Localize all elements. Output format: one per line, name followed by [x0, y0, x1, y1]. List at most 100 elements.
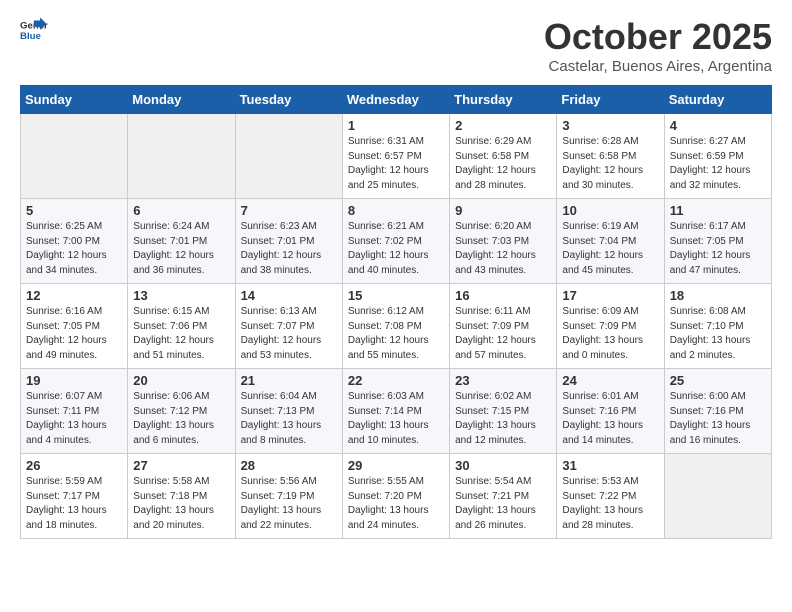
day-info: Sunrise: 6:00 AM Sunset: 7:16 PM Dayligh… — [670, 390, 766, 448]
day-info: Sunrise: 6:31 AM Sunset: 6:57 PM Dayligh… — [348, 135, 444, 193]
day-info: Sunrise: 6:12 AM Sunset: 7:08 PM Dayligh… — [348, 305, 444, 363]
table-row: 3 Sunrise: 6:28 AM Sunset: 6:58 PM Daylig… — [557, 114, 664, 199]
header-thursday: Thursday — [450, 86, 557, 114]
table-row: 4Sunrise: 6:27 AM Sunset: 6:59 PM Daylig… — [664, 114, 771, 199]
day-number: 29 — [348, 458, 444, 473]
calendar-week-row: 26 Sunrise: 5:59 AM Sunset: 7:17 PM Dayli… — [21, 454, 772, 539]
day-info: Sunrise: 6:19 AM Sunset: 7:04 PM Dayligh… — [562, 220, 658, 278]
day-number: 24 — [562, 373, 658, 388]
day-number: 23 — [455, 373, 551, 388]
day-info: Sunrise: 6:17 AM Sunset: 7:05 PM Dayligh… — [670, 220, 766, 278]
table-row: 8Sunrise: 6:21 AM Sunset: 7:02 PM Daylig… — [342, 199, 449, 284]
day-number: 11 — [670, 203, 766, 218]
table-row: 26 Sunrise: 5:59 AM Sunset: 7:17 PM Dayli… — [21, 454, 128, 539]
day-info: Sunrise: 6:01 AM Sunset: 7:16 PM Dayligh… — [562, 390, 658, 448]
calendar-week-row: 19 Sunrise: 6:07 AM Sunset: 7:11 PM Dayli… — [21, 369, 772, 454]
day-number: 10 — [562, 203, 658, 218]
table-row: 13 Sunrise: 6:15 AM Sunset: 7:06 PM Dayli… — [128, 284, 235, 369]
day-info: Sunrise: 6:08 AM Sunset: 7:10 PM Dayligh… — [670, 305, 766, 363]
table-row — [21, 114, 128, 199]
table-row: 5Sunrise: 6:25 AM Sunset: 7:00 PM Daylig… — [21, 199, 128, 284]
logo: General Blue — [20, 16, 48, 44]
table-row: 29 Sunrise: 5:55 AM Sunset: 7:20 PM Dayli… — [342, 454, 449, 539]
day-number: 15 — [348, 288, 444, 303]
day-info: Sunrise: 6:16 AM Sunset: 7:05 PM Dayligh… — [26, 305, 122, 363]
day-number: 2 — [455, 118, 551, 133]
header-friday: Friday — [557, 86, 664, 114]
day-number: 20 — [133, 373, 229, 388]
calendar-table: Sunday Monday Tuesday Wednesday Thursday… — [20, 85, 772, 539]
table-row: 10 Sunrise: 6:19 AM Sunset: 7:04 PM Dayli… — [557, 199, 664, 284]
table-row: 20 Sunrise: 6:06 AM Sunset: 7:12 PM Dayli… — [128, 369, 235, 454]
day-info: Sunrise: 5:53 AM Sunset: 7:22 PM Dayligh… — [562, 475, 658, 533]
calendar-week-row: 12 Sunrise: 6:16 AM Sunset: 7:05 PM Dayli… — [21, 284, 772, 369]
day-info: Sunrise: 6:09 AM Sunset: 7:09 PM Dayligh… — [562, 305, 658, 363]
day-info: Sunrise: 6:07 AM Sunset: 7:11 PM Dayligh… — [26, 390, 122, 448]
day-info: Sunrise: 6:28 AM Sunset: 6:58 PM Dayligh… — [562, 135, 658, 193]
svg-text:Blue: Blue — [20, 31, 41, 42]
table-row: 31Sunrise: 5:53 AM Sunset: 7:22 PM Dayli… — [557, 454, 664, 539]
day-number: 25 — [670, 373, 766, 388]
table-row: 12 Sunrise: 6:16 AM Sunset: 7:05 PM Dayli… — [21, 284, 128, 369]
page-header: General Blue October 2025 Castelar, Buen… — [20, 16, 772, 75]
day-info: Sunrise: 5:59 AM Sunset: 7:17 PM Dayligh… — [26, 475, 122, 533]
day-number: 6 — [133, 203, 229, 218]
day-info: Sunrise: 6:15 AM Sunset: 7:06 PM Dayligh… — [133, 305, 229, 363]
table-row: 6 Sunrise: 6:24 AM Sunset: 7:01 PM Daylig… — [128, 199, 235, 284]
header-saturday: Saturday — [664, 86, 771, 114]
table-row: 18 Sunrise: 6:08 AM Sunset: 7:10 PM Dayli… — [664, 284, 771, 369]
day-info: Sunrise: 6:03 AM Sunset: 7:14 PM Dayligh… — [348, 390, 444, 448]
header-monday: Monday — [128, 86, 235, 114]
calendar-week-row: 1 Sunrise: 6:31 AM Sunset: 6:57 PM Daylig… — [21, 114, 772, 199]
table-row: 15 Sunrise: 6:12 AM Sunset: 7:08 PM Dayli… — [342, 284, 449, 369]
day-info: Sunrise: 6:27 AM Sunset: 6:59 PM Dayligh… — [670, 135, 766, 193]
day-number: 17 — [562, 288, 658, 303]
day-number: 9 — [455, 203, 551, 218]
day-number: 22 — [348, 373, 444, 388]
header-tuesday: Tuesday — [235, 86, 342, 114]
day-number: 26 — [26, 458, 122, 473]
table-row — [664, 454, 771, 539]
day-info: Sunrise: 6:25 AM Sunset: 7:00 PM Dayligh… — [26, 220, 122, 278]
month-title: October 2025 — [544, 16, 772, 58]
day-info: Sunrise: 6:02 AM Sunset: 7:15 PM Dayligh… — [455, 390, 551, 448]
title-area: October 2025 Castelar, Buenos Aires, Arg… — [544, 16, 772, 75]
table-row: 9 Sunrise: 6:20 AM Sunset: 7:03 PM Daylig… — [450, 199, 557, 284]
table-row: 14Sunrise: 6:13 AM Sunset: 7:07 PM Dayli… — [235, 284, 342, 369]
day-info: Sunrise: 6:29 AM Sunset: 6:58 PM Dayligh… — [455, 135, 551, 193]
day-number: 18 — [670, 288, 766, 303]
day-number: 1 — [348, 118, 444, 133]
day-number: 7 — [241, 203, 337, 218]
table-row: 7Sunrise: 6:23 AM Sunset: 7:01 PM Daylig… — [235, 199, 342, 284]
day-number: 16 — [455, 288, 551, 303]
day-info: Sunrise: 5:54 AM Sunset: 7:21 PM Dayligh… — [455, 475, 551, 533]
table-row: 11 Sunrise: 6:17 AM Sunset: 7:05 PM Dayli… — [664, 199, 771, 284]
table-row: 25 Sunrise: 6:00 AM Sunset: 7:16 PM Dayli… — [664, 369, 771, 454]
table-row — [128, 114, 235, 199]
day-info: Sunrise: 6:04 AM Sunset: 7:13 PM Dayligh… — [241, 390, 337, 448]
day-info: Sunrise: 5:56 AM Sunset: 7:19 PM Dayligh… — [241, 475, 337, 533]
table-row: 27Sunrise: 5:58 AM Sunset: 7:18 PM Dayli… — [128, 454, 235, 539]
table-row: 28Sunrise: 5:56 AM Sunset: 7:19 PM Dayli… — [235, 454, 342, 539]
logo-icon: General Blue — [20, 16, 48, 44]
day-info: Sunrise: 6:11 AM Sunset: 7:09 PM Dayligh… — [455, 305, 551, 363]
day-info: Sunrise: 6:06 AM Sunset: 7:12 PM Dayligh… — [133, 390, 229, 448]
day-info: Sunrise: 6:21 AM Sunset: 7:02 PM Dayligh… — [348, 220, 444, 278]
header-sunday: Sunday — [21, 86, 128, 114]
day-number: 13 — [133, 288, 229, 303]
day-info: Sunrise: 6:13 AM Sunset: 7:07 PM Dayligh… — [241, 305, 337, 363]
calendar-week-row: 5Sunrise: 6:25 AM Sunset: 7:00 PM Daylig… — [21, 199, 772, 284]
day-number: 19 — [26, 373, 122, 388]
day-number: 12 — [26, 288, 122, 303]
day-number: 3 — [562, 118, 658, 133]
day-info: Sunrise: 6:20 AM Sunset: 7:03 PM Dayligh… — [455, 220, 551, 278]
table-row: 1 Sunrise: 6:31 AM Sunset: 6:57 PM Daylig… — [342, 114, 449, 199]
day-info: Sunrise: 5:55 AM Sunset: 7:20 PM Dayligh… — [348, 475, 444, 533]
table-row: 24 Sunrise: 6:01 AM Sunset: 7:16 PM Dayli… — [557, 369, 664, 454]
day-info: Sunrise: 5:58 AM Sunset: 7:18 PM Dayligh… — [133, 475, 229, 533]
table-row — [235, 114, 342, 199]
day-number: 30 — [455, 458, 551, 473]
day-number: 21 — [241, 373, 337, 388]
day-info: Sunrise: 6:24 AM Sunset: 7:01 PM Dayligh… — [133, 220, 229, 278]
table-row: 19 Sunrise: 6:07 AM Sunset: 7:11 PM Dayli… — [21, 369, 128, 454]
